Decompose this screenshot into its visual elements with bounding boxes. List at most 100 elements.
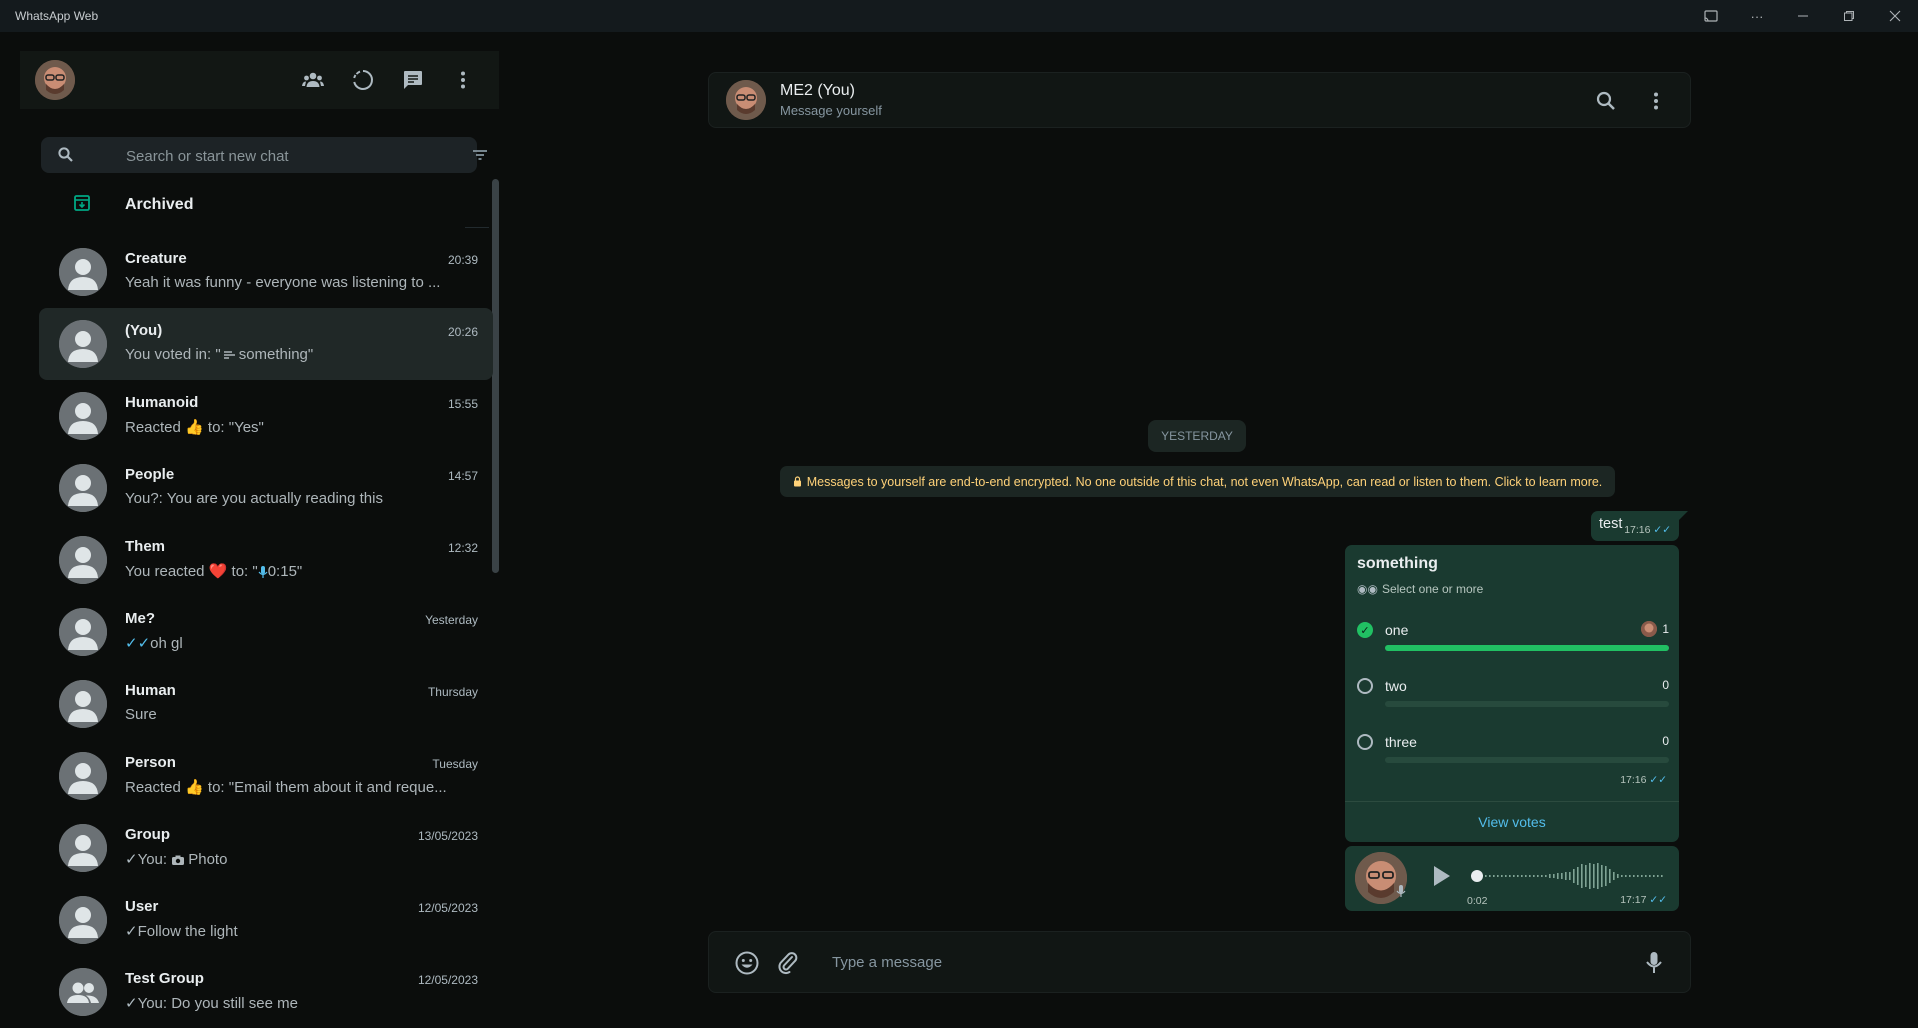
poll-option-three[interactable]: three 0 xyxy=(1357,727,1669,767)
chat-item-human[interactable]: Human Thursday Sure xyxy=(39,668,493,740)
contact-subtitle: Message yourself xyxy=(780,103,882,118)
camera-icon xyxy=(171,854,185,866)
message-meta: 17:16 ✓✓ xyxy=(1620,774,1667,786)
message-time: 17:16 xyxy=(1624,524,1651,536)
chat-time: Yesterday xyxy=(425,613,478,627)
conversation-header[interactable]: ME2 (You) Message yourself xyxy=(708,72,1691,128)
encryption-notice[interactable]: Messages to yourself are end-to-end encr… xyxy=(780,466,1615,497)
chat-preview: ✓You: Photo xyxy=(125,850,458,868)
preview-prefix: You: xyxy=(137,851,172,868)
poll-option-count: 0 xyxy=(1662,734,1669,748)
emoji-icon[interactable] xyxy=(734,950,760,976)
preview-prefix: Reacted xyxy=(125,779,186,796)
search-input[interactable]: Search or start new chat xyxy=(126,148,289,165)
menu-icon[interactable] xyxy=(1644,89,1668,113)
more-icon[interactable]: ··· xyxy=(1734,0,1780,32)
chat-preview: Reacted 👍 to: "Email them about it and r… xyxy=(125,778,458,796)
poll-icon xyxy=(223,349,237,361)
mic-icon[interactable] xyxy=(1642,950,1666,976)
chat-name: Test Group xyxy=(125,970,204,987)
archived-row[interactable]: Archived xyxy=(20,179,480,231)
contact-avatar[interactable] xyxy=(726,80,766,120)
preview-text: oh gl xyxy=(150,635,183,652)
poll-option-two[interactable]: two 0 xyxy=(1357,671,1669,711)
mic-icon xyxy=(1396,884,1406,898)
play-icon[interactable] xyxy=(1427,862,1455,890)
radio-circle-icon[interactable] xyxy=(1357,678,1373,694)
poll-option-count: 0 xyxy=(1662,678,1669,692)
message-bubble-text[interactable]: test 17:16 ✓✓ xyxy=(1591,511,1679,541)
mic-icon xyxy=(258,565,268,579)
cast-icon[interactable] xyxy=(1688,0,1734,32)
chat-item-creature[interactable]: Creature 20:39 Yeah it was funny - every… xyxy=(39,236,493,308)
menu-icon[interactable] xyxy=(451,68,475,92)
chat-item-you[interactable]: (You) 20:26 You voted in: " something" xyxy=(39,308,493,380)
close-icon[interactable] xyxy=(1872,0,1918,32)
poll-option-bar xyxy=(1385,701,1669,707)
waveform[interactable] xyxy=(1483,860,1667,892)
search-box[interactable]: Search or start new chat xyxy=(41,137,477,173)
divider xyxy=(465,227,489,228)
sidebar-scrollbar[interactable] xyxy=(492,179,499,573)
poll-option-fill xyxy=(1385,645,1669,651)
chat-item-test-group[interactable]: Test Group 12/05/2023 ✓You: Do you still… xyxy=(39,956,493,1028)
chat-preview: ✓Follow the light xyxy=(125,922,458,940)
lock-icon xyxy=(793,476,802,487)
default-avatar-icon xyxy=(59,392,107,440)
chat-item-people[interactable]: People 14:57 You?: You are you actually … xyxy=(39,452,493,524)
check-icon: ✓ xyxy=(125,923,138,940)
message-time: 17:17 xyxy=(1620,894,1647,906)
preview-text: something" xyxy=(238,346,314,363)
chat-preview: Reacted 👍 to: "Yes" xyxy=(125,418,458,436)
chat-time: 12:32 xyxy=(447,541,478,555)
chat-item-me[interactable]: Me? Yesterday ✓✓oh gl xyxy=(39,596,493,668)
thumbs-up-emoji: 👍 xyxy=(185,419,204,436)
maximize-icon[interactable] xyxy=(1826,0,1872,32)
view-votes-button[interactable]: View votes xyxy=(1345,801,1679,842)
poll-option-label: two xyxy=(1385,678,1407,694)
chat-item-person[interactable]: Person Tuesday Reacted 👍 to: "Email them… xyxy=(39,740,493,812)
poll-option-one[interactable]: ✓ one 1 xyxy=(1357,615,1669,655)
chat-time: 13/05/2023 xyxy=(417,829,478,843)
default-avatar-icon xyxy=(59,248,107,296)
sidebar-header xyxy=(20,51,499,109)
default-avatar-icon xyxy=(59,536,107,584)
playback-slider-thumb[interactable] xyxy=(1471,870,1483,882)
new-chat-icon[interactable] xyxy=(401,68,425,92)
search-icon xyxy=(57,146,75,164)
preview-text: You: Do you still see me xyxy=(137,995,298,1012)
select-multiple-icon: ◉◉ xyxy=(1357,582,1378,596)
double-check-icon: ✓✓ xyxy=(125,635,151,652)
chat-name: Human xyxy=(125,682,176,699)
message-input[interactable]: Type a message xyxy=(832,954,942,971)
chat-item-them[interactable]: Them 12:32 You reacted ❤️ to: " 0:15" xyxy=(39,524,493,596)
chat-item-humanoid[interactable]: Humanoid 15:55 Reacted 👍 to: "Yes" xyxy=(39,380,493,452)
heart-emoji: ❤️ xyxy=(208,563,228,580)
minimize-icon[interactable] xyxy=(1780,0,1826,32)
radio-circle-icon[interactable] xyxy=(1357,734,1373,750)
poll-title: something xyxy=(1357,555,1438,572)
window-controls: ··· xyxy=(1688,0,1918,32)
attach-icon[interactable] xyxy=(775,950,801,976)
preview-prefix: You voted in: " xyxy=(125,346,221,363)
chat-preview: ✓You: Do you still see me xyxy=(125,994,458,1012)
status-icon[interactable] xyxy=(351,68,375,92)
preview-text: to: "Yes" xyxy=(203,419,264,436)
chat-time: 12/05/2023 xyxy=(417,973,478,987)
chat-item-user[interactable]: User 12/05/2023 ✓Follow the light xyxy=(39,884,493,956)
voice-duration: 0:02 xyxy=(1467,895,1488,907)
chat-item-group[interactable]: Group 13/05/2023 ✓You: Photo xyxy=(39,812,493,884)
preview-prefix: You reacted xyxy=(125,563,209,580)
bubble-tail xyxy=(1678,511,1688,521)
checkmark-icon[interactable]: ✓ xyxy=(1357,622,1373,638)
preview-text: 0:15" xyxy=(267,563,303,580)
poll-option-count: 1 xyxy=(1662,622,1669,636)
chat-name: User xyxy=(125,898,159,915)
chat-time: 20:26 xyxy=(447,325,478,339)
filter-icon[interactable] xyxy=(468,143,492,167)
profile-avatar[interactable] xyxy=(35,60,75,100)
communities-icon[interactable] xyxy=(301,68,325,92)
default-avatar-icon xyxy=(59,464,107,512)
chat-preview: Yeah it was funny - everyone was listeni… xyxy=(125,274,441,291)
search-icon[interactable] xyxy=(1594,89,1618,113)
